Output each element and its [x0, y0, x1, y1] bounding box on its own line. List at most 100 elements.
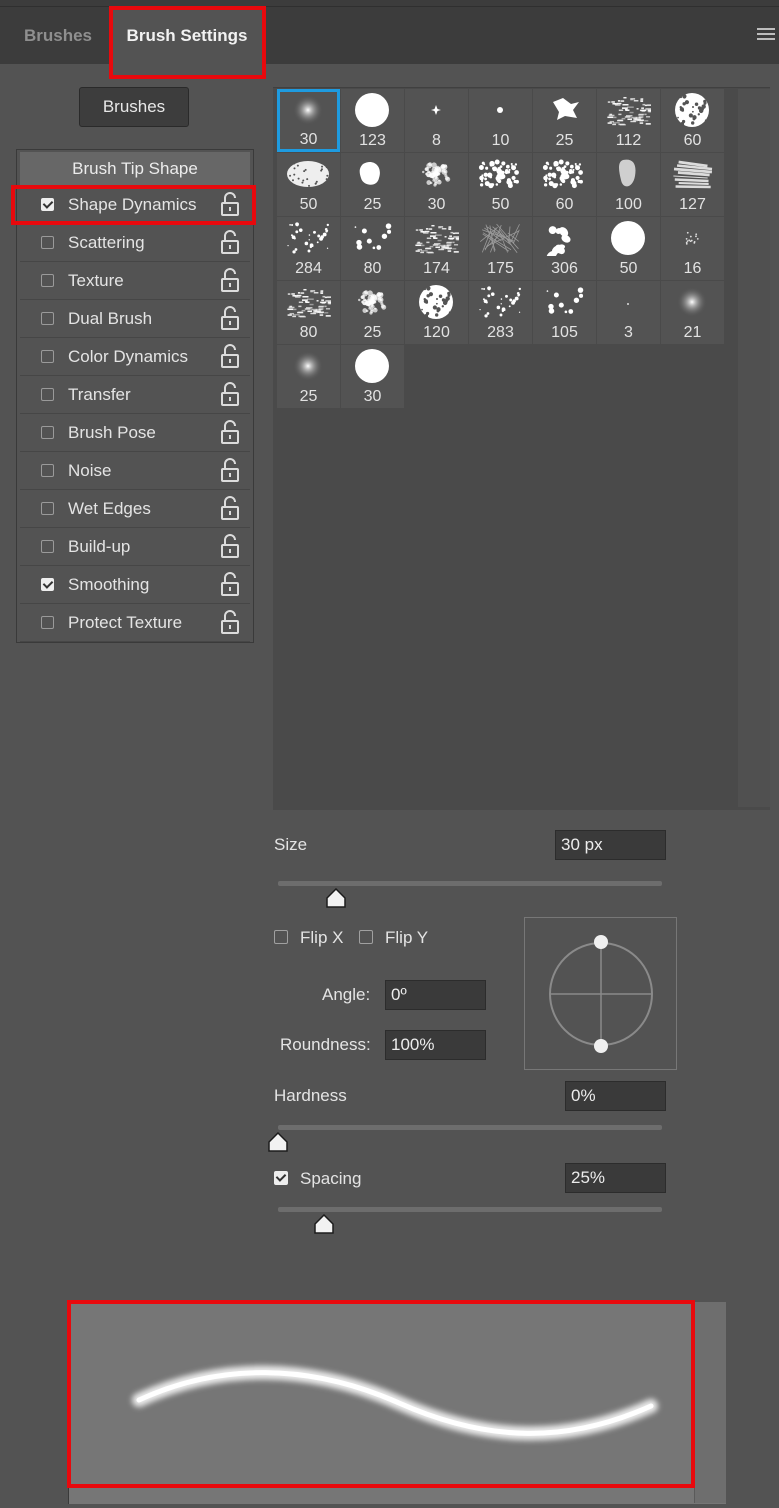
brush-preset-tile[interactable]: 25	[341, 153, 404, 216]
brush-preset-tile[interactable]: 112	[597, 89, 660, 152]
brush-preset-tile[interactable]: 21	[661, 281, 724, 344]
texture-checkbox[interactable]	[41, 274, 54, 287]
tab-brushes[interactable]: Brushes	[10, 10, 106, 64]
brush-tip-shape-header[interactable]: Brush Tip Shape	[20, 152, 250, 186]
spacing-slider-thumb[interactable]	[313, 1214, 335, 1234]
brush-preset-size: 25	[363, 324, 382, 341]
brush-preset-tile[interactable]: 50	[469, 153, 532, 216]
lock-icon[interactable]	[219, 191, 241, 217]
brush-preset-tile[interactable]: 10	[469, 89, 532, 152]
brush-preset-size: 50	[491, 196, 510, 213]
shape-dynamics-checkbox[interactable]	[41, 198, 54, 211]
spacing-slider-track[interactable]	[278, 1207, 662, 1212]
size-input[interactable]: 30 px	[555, 830, 666, 860]
brush-preset-tile[interactable]: 100	[597, 153, 660, 216]
transfer-checkbox[interactable]	[41, 388, 54, 401]
size-slider-thumb[interactable]	[325, 888, 347, 908]
hardness-input[interactable]: 0%	[565, 1081, 666, 1111]
smoothing-checkbox[interactable]	[41, 578, 54, 591]
tab-bar-divider	[0, 6, 779, 7]
protect-texture-label: Protect Texture	[68, 613, 183, 632]
option-scattering[interactable]: Scattering	[20, 225, 250, 262]
angle-label: Angle:	[322, 985, 371, 1004]
lock-icon[interactable]	[219, 229, 241, 255]
hardness-slider-thumb[interactable]	[267, 1132, 289, 1152]
brush-preset-tile[interactable]: 50	[277, 153, 340, 216]
brush-preset-tile[interactable]: 120	[405, 281, 468, 344]
brush-preset-tile[interactable]: 50	[597, 217, 660, 280]
brush-preset-tile[interactable]: 283	[469, 281, 532, 344]
option-build-up[interactable]: Build-up	[20, 529, 250, 566]
lock-icon[interactable]	[219, 533, 241, 559]
option-transfer[interactable]: Transfer	[20, 377, 250, 414]
brushes-button[interactable]: Brushes	[79, 87, 189, 127]
option-wet-edges[interactable]: Wet Edges	[20, 491, 250, 528]
lock-icon[interactable]	[219, 305, 241, 331]
brush-pose-label: Brush Pose	[68, 423, 156, 442]
dual-brush-checkbox[interactable]	[41, 312, 54, 325]
brush-preset-tile[interactable]: 175	[469, 217, 532, 280]
brush-preset-tile[interactable]: 25	[533, 89, 596, 152]
panel-menu-icon[interactable]	[757, 28, 775, 42]
texture-label: Texture	[68, 271, 124, 290]
build-up-label: Build-up	[68, 537, 131, 556]
brush-preset-tile[interactable]: 80	[277, 281, 340, 344]
brush-preset-tile[interactable]: 284	[277, 217, 340, 280]
hardness-slider-track[interactable]	[278, 1125, 662, 1130]
brush-preset-tile[interactable]: 30	[277, 89, 340, 152]
lock-icon[interactable]	[219, 267, 241, 293]
option-brush-pose[interactable]: Brush Pose	[20, 415, 250, 452]
lock-icon[interactable]	[219, 495, 241, 521]
brush-preset-tile[interactable]: 60	[533, 153, 596, 216]
option-dual-brush[interactable]: Dual Brush	[20, 301, 250, 338]
tab-brush-settings[interactable]: Brush Settings	[112, 10, 262, 64]
brush-pose-checkbox[interactable]	[41, 426, 54, 439]
scattering-label: Scattering	[68, 233, 145, 252]
angle-roundness-widget[interactable]	[524, 917, 677, 1070]
flip-x-checkbox[interactable]	[274, 930, 288, 944]
flip-y-checkbox[interactable]	[359, 930, 373, 944]
brush-preset-size: 80	[299, 324, 318, 341]
brush-preset-tile[interactable]: 306	[533, 217, 596, 280]
option-color-dynamics[interactable]: Color Dynamics	[20, 339, 250, 376]
lock-icon[interactable]	[219, 343, 241, 369]
roundness-input[interactable]: 100%	[385, 1030, 486, 1060]
brush-preset-tile[interactable]: 123	[341, 89, 404, 152]
preset-grid-scrollbar[interactable]	[738, 89, 770, 807]
brush-preset-tile[interactable]: 174	[405, 217, 468, 280]
lock-icon[interactable]	[219, 381, 241, 407]
brush-preset-tile[interactable]: 3	[597, 281, 660, 344]
option-protect-texture[interactable]: Protect Texture	[20, 605, 250, 642]
option-noise[interactable]: Noise	[20, 453, 250, 490]
lock-icon[interactable]	[219, 571, 241, 597]
brush-preset-tile[interactable]: 30	[405, 153, 468, 216]
option-shape-dynamics[interactable]: Shape Dynamics	[20, 187, 250, 224]
option-texture[interactable]: Texture	[20, 263, 250, 300]
brush-preset-tile[interactable]: 60	[661, 89, 724, 152]
size-slider-track[interactable]	[278, 881, 662, 886]
brush-preset-tile[interactable]: 16	[661, 217, 724, 280]
noise-checkbox[interactable]	[41, 464, 54, 477]
brush-preset-tile[interactable]: 30	[341, 345, 404, 408]
preview-scrollbar[interactable]	[694, 1302, 726, 1503]
brush-preset-tile[interactable]: 80	[341, 217, 404, 280]
brush-preset-tile[interactable]: 127	[661, 153, 724, 216]
lock-icon[interactable]	[219, 457, 241, 483]
brush-preset-tile[interactable]: 8	[405, 89, 468, 152]
wet-edges-checkbox[interactable]	[41, 502, 54, 515]
brush-preset-size: 8	[432, 132, 441, 149]
brush-preset-tile[interactable]: 105	[533, 281, 596, 344]
brush-preset-tile[interactable]: 25	[277, 345, 340, 408]
brush-preset-tile[interactable]: 25	[341, 281, 404, 344]
spacing-input[interactable]: 25%	[565, 1163, 666, 1193]
spacing-checkbox[interactable]	[274, 1171, 288, 1185]
angle-input[interactable]: 0º	[385, 980, 486, 1010]
build-up-checkbox[interactable]	[41, 540, 54, 553]
lock-icon[interactable]	[219, 609, 241, 635]
scattering-checkbox[interactable]	[41, 236, 54, 249]
protect-texture-checkbox[interactable]	[41, 616, 54, 629]
color-dynamics-checkbox[interactable]	[41, 350, 54, 363]
lock-icon[interactable]	[219, 419, 241, 445]
brush-preset-size: 30	[363, 388, 382, 405]
option-smoothing[interactable]: Smoothing	[20, 567, 250, 604]
